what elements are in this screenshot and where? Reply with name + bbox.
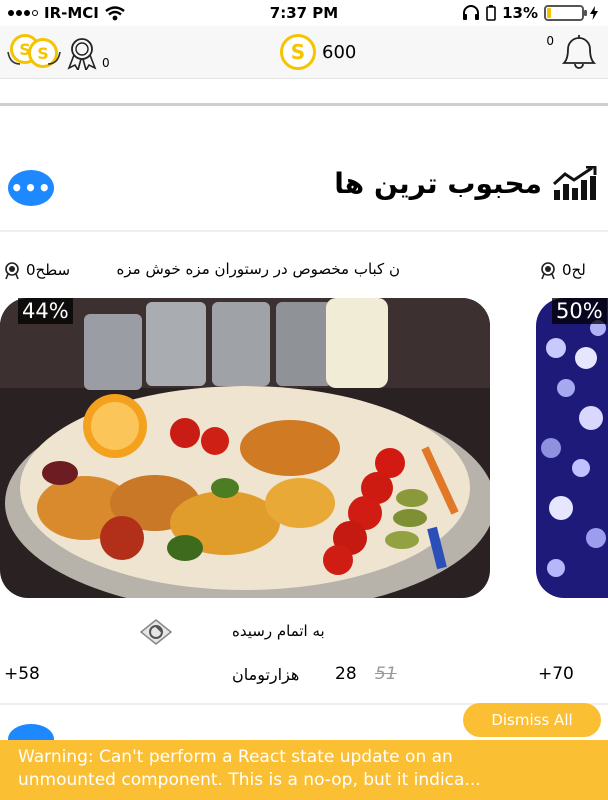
notifications[interactable]: 0	[546, 34, 600, 70]
level-info: لح0	[538, 260, 586, 280]
deal-title: ن کباب مخصوص در رستوران مزه خوش مزه	[116, 260, 400, 278]
app-header: S S 0 S 600 0	[0, 26, 608, 78]
new-price: 28	[335, 664, 357, 684]
alarm-icon	[486, 5, 496, 21]
dismiss-all-button[interactable]: Dismiss All	[463, 703, 601, 737]
battery-percent: 13%	[502, 4, 538, 22]
bell-icon[interactable]	[558, 34, 600, 70]
coin-exchange-icon[interactable]: S S	[6, 34, 62, 70]
notification-count: 0	[546, 34, 554, 48]
sold-out-icon	[139, 619, 173, 645]
kebab-platter-image	[0, 298, 490, 598]
rewards-group[interactable]: S S 0	[6, 34, 110, 70]
coin-icon: S	[280, 34, 316, 70]
exchange-arrows-icon	[7, 51, 61, 65]
battery-fill	[547, 8, 551, 18]
divider	[0, 103, 608, 106]
warning-banner[interactable]: Warning: Can't perform a React state upd…	[0, 740, 608, 800]
deal-card[interactable]: لح0 50% +70	[530, 256, 608, 696]
badge-icon[interactable]	[64, 36, 100, 70]
trending-chart-icon	[552, 166, 597, 200]
price-row: +58 51 28 هزارتومان	[0, 660, 500, 690]
deal-status: به اتمام رسیده	[0, 616, 500, 646]
bokeh-image	[536, 298, 608, 598]
level-label: سطح0	[26, 261, 71, 279]
coin-balance[interactable]: S 600	[280, 34, 356, 70]
status-text: به اتمام رسیده	[232, 622, 325, 640]
section-title: محبوب ترین ها	[334, 166, 542, 200]
discount-badge: 44%	[18, 298, 73, 324]
warning-line: unmounted component. This is a no-op, bu…	[18, 770, 481, 790]
deal-photo[interactable]	[536, 298, 608, 598]
headphones-icon	[463, 5, 480, 20]
divider	[0, 230, 608, 232]
badge-count: 0	[102, 56, 110, 70]
card-header: لح0	[530, 256, 608, 286]
charging-icon	[590, 6, 598, 20]
battery-icon	[544, 5, 587, 21]
extra-count: +70	[538, 664, 574, 684]
card-header: ن کباب مخصوص در رستوران مزه خوش مزه سطح0	[0, 256, 500, 286]
level-info: سطح0	[2, 260, 70, 280]
status-right: 13%	[462, 4, 598, 22]
divider	[0, 78, 608, 79]
discount-badge: 50%	[552, 298, 607, 324]
deal-card[interactable]: ن کباب مخصوص در رستوران مزه خوش مزه سطح0	[0, 256, 500, 696]
currency-label: هزارتومان	[232, 665, 300, 684]
more-button[interactable]: •••	[8, 170, 54, 206]
medal-icon	[5, 262, 19, 280]
extra-count: +58	[4, 664, 40, 684]
status-bar: IR-MCI 7:37 PM 13%	[0, 0, 608, 26]
level-label: لح0	[562, 261, 586, 279]
warning-line: Warning: Can't perform a React state upd…	[18, 747, 453, 767]
section-header: محبوب ترین ها	[334, 166, 598, 200]
deal-photo[interactable]	[0, 298, 490, 598]
old-price: 51	[375, 664, 397, 684]
price-row: +70	[530, 660, 608, 690]
balance-value: 600	[322, 41, 357, 63]
medal-icon	[541, 262, 555, 280]
